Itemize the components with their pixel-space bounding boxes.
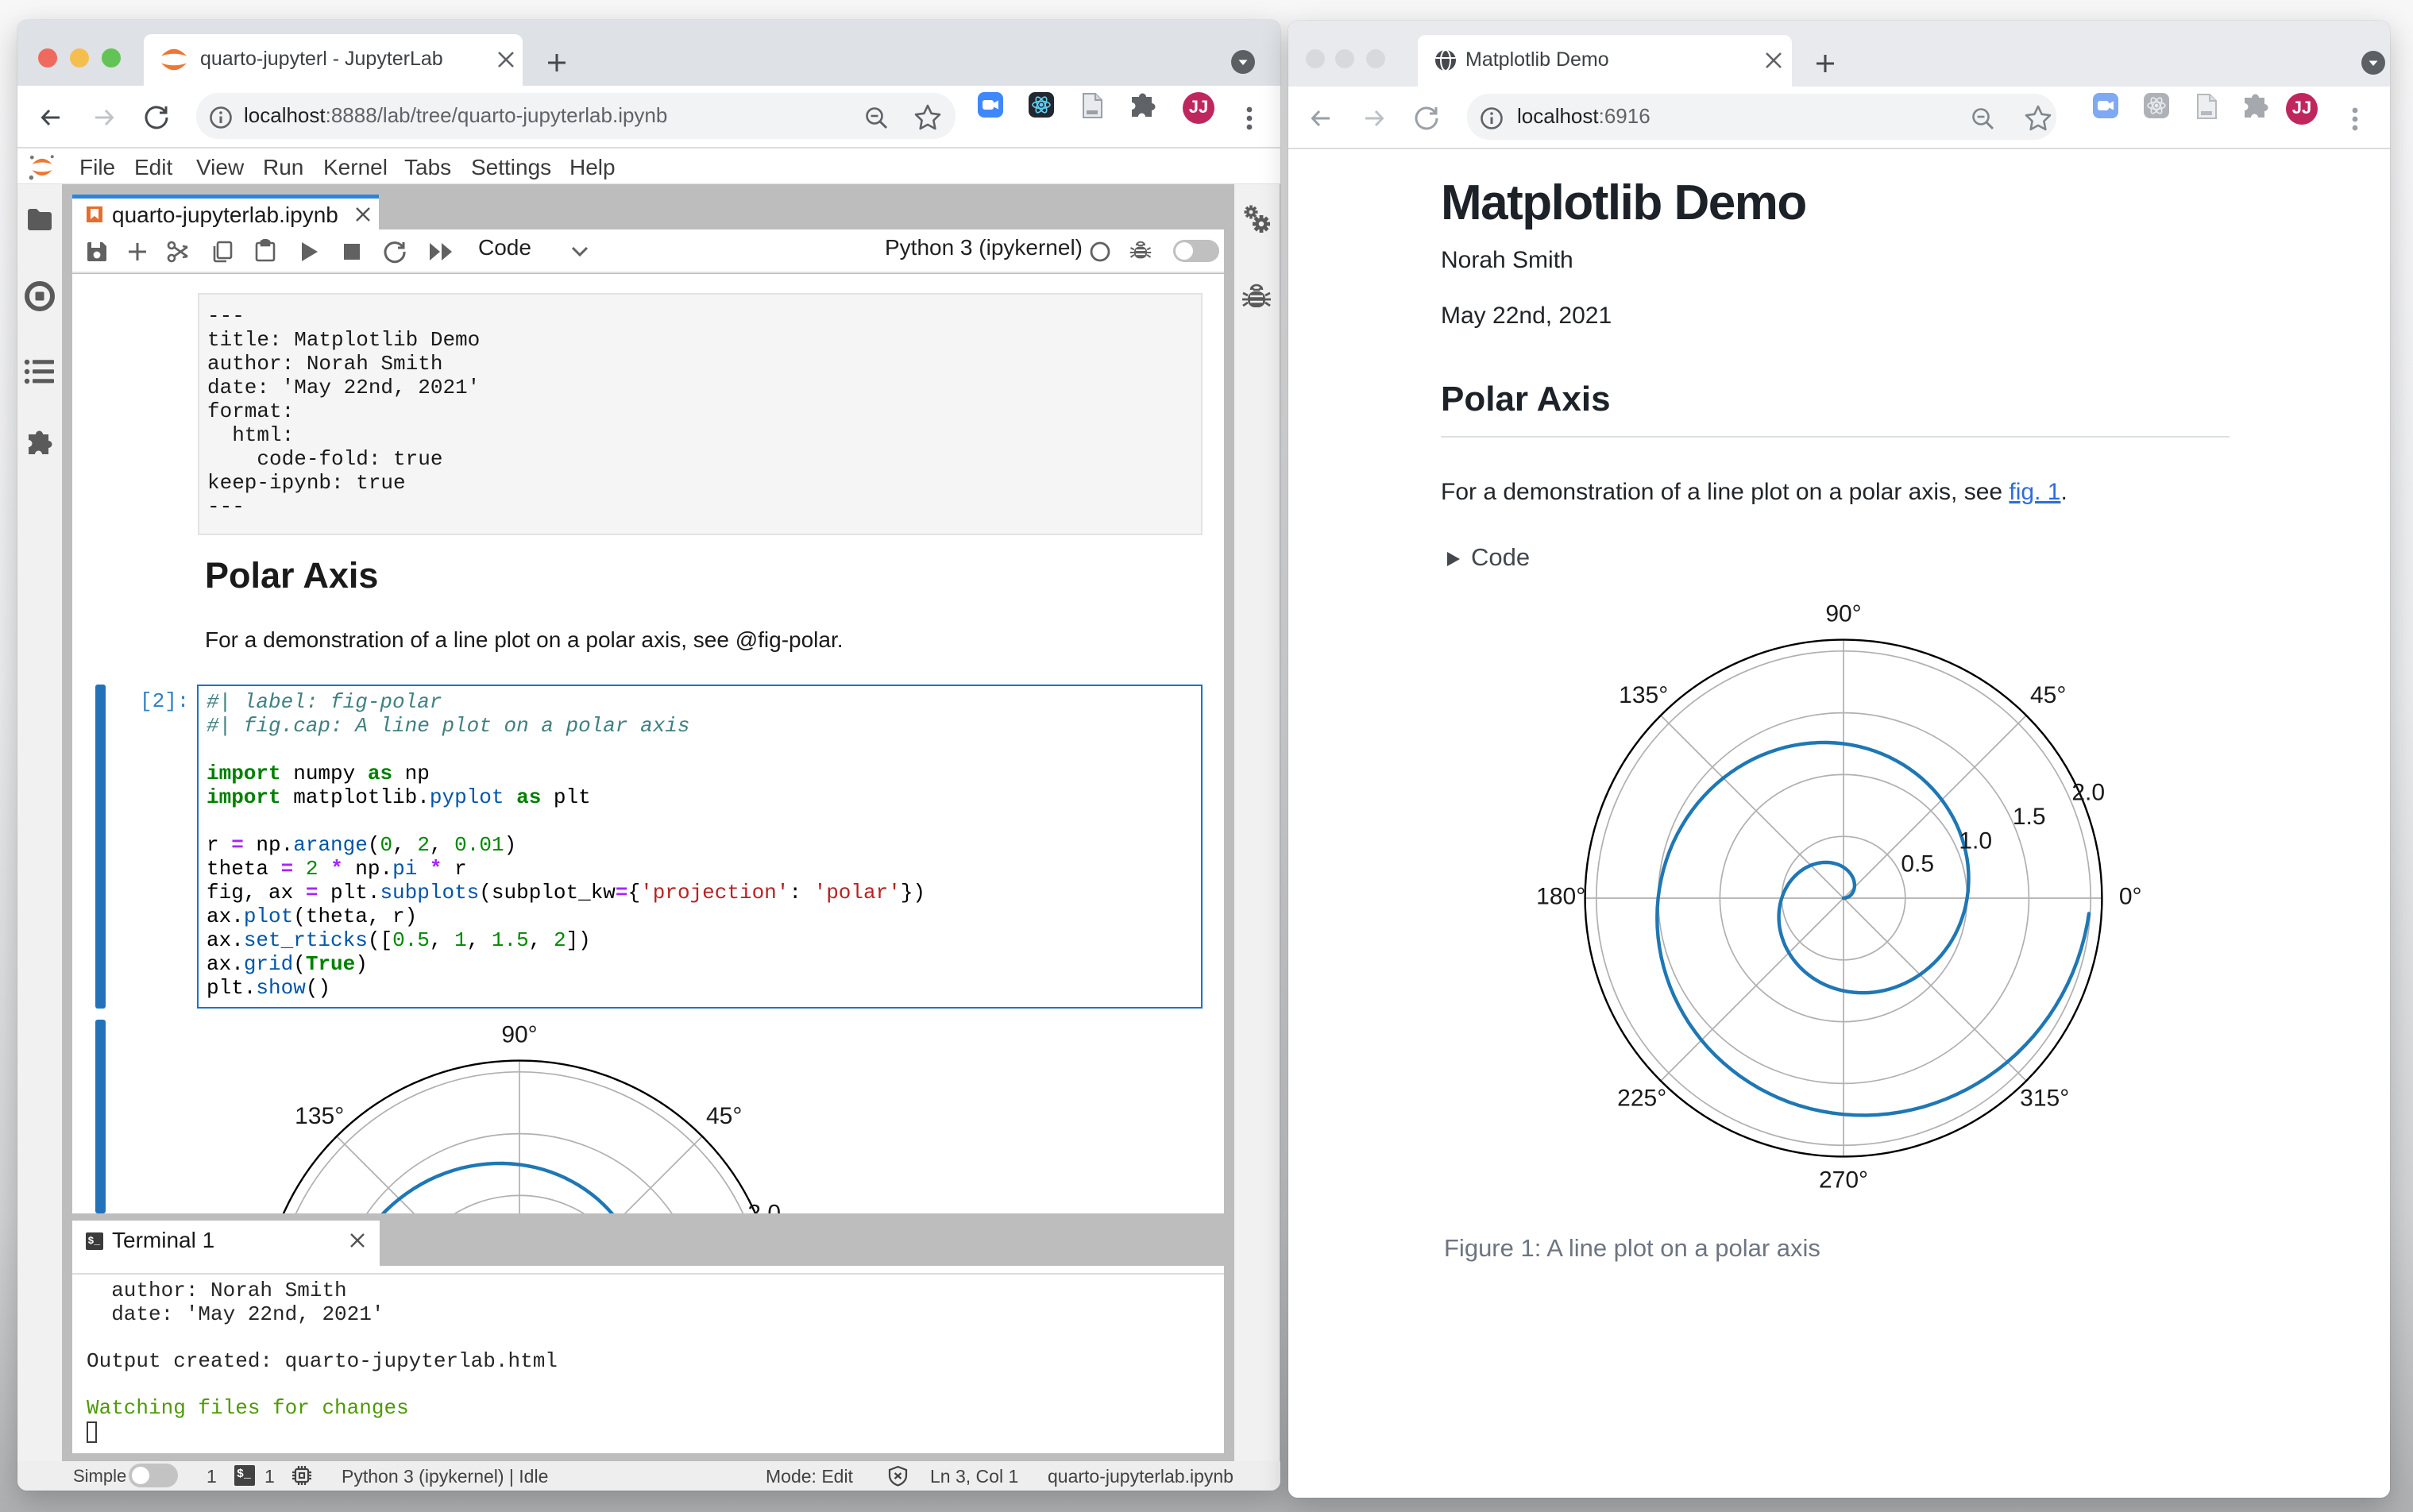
svg-text:1.0: 1.0 xyxy=(1959,827,1992,854)
svg-text:135°: 135° xyxy=(1619,682,1668,708)
svg-text:1.5: 1.5 xyxy=(2013,804,2046,830)
svg-text:180°: 180° xyxy=(1536,883,1585,909)
svg-text:135°: 135° xyxy=(295,1103,344,1129)
svg-text:0.5: 0.5 xyxy=(1901,850,1934,877)
svg-text:270°: 270° xyxy=(1819,1167,1868,1193)
svg-text:45°: 45° xyxy=(2030,682,2066,708)
svg-text:45°: 45° xyxy=(706,1103,742,1129)
svg-text:315°: 315° xyxy=(2020,1085,2069,1111)
svg-text:2.0: 2.0 xyxy=(747,1200,781,1213)
svg-text:90°: 90° xyxy=(501,1021,537,1047)
svg-text:0°: 0° xyxy=(2119,883,2142,909)
svg-text:2.0: 2.0 xyxy=(2071,779,2105,805)
svg-text:225°: 225° xyxy=(1617,1085,1666,1111)
svg-text:90°: 90° xyxy=(1825,600,1861,627)
